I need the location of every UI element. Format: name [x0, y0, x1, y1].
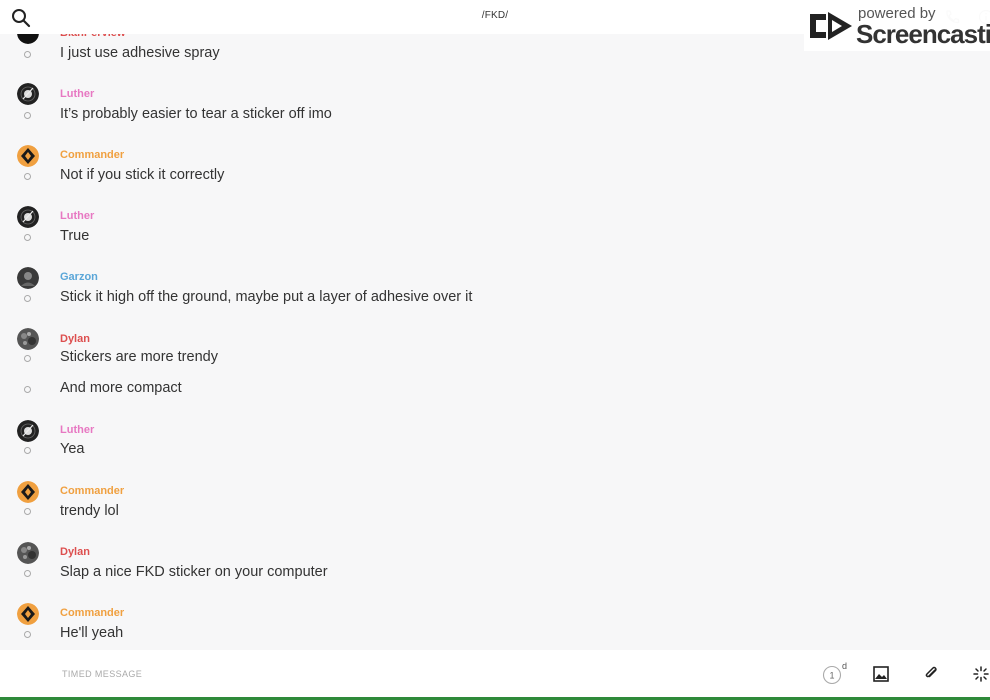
message-text: Yea — [60, 441, 85, 457]
message-status-dot — [24, 447, 31, 454]
diamond-avatar — [17, 481, 39, 503]
message-text: I just use adhesive spray — [60, 45, 220, 61]
screencastify-logo-icon — [810, 12, 852, 40]
diamond-avatar — [17, 145, 39, 167]
screencastify-watermark: powered by Screencastify — [804, 0, 990, 51]
message-text: And more compact — [60, 380, 182, 396]
texture-avatar — [17, 542, 39, 564]
message-status-dot — [24, 386, 31, 393]
texture-avatar — [17, 328, 39, 350]
message-sender: Commander — [60, 607, 125, 619]
message-input[interactable] — [60, 662, 764, 686]
message-text: True — [60, 228, 90, 244]
message-sender: Dylan — [60, 546, 90, 558]
message-text: trendy lol — [60, 503, 119, 519]
message-sender: Luther — [60, 88, 95, 100]
message-text: He'll yeah — [60, 625, 124, 641]
message-status-dot — [24, 570, 31, 577]
message-sender: Garzon — [60, 271, 98, 283]
vinyl-avatar — [17, 420, 39, 442]
message-sender: Dylan — [60, 333, 90, 345]
timer-unit: d — [842, 662, 847, 671]
timer-button[interactable]: 1 d — [822, 661, 848, 686]
partial-avatar — [17, 34, 39, 44]
vinyl-avatar — [17, 83, 39, 105]
message-status-dot — [24, 173, 31, 180]
message-status-dot — [24, 355, 31, 362]
timer-value: 1 — [829, 671, 834, 681]
message-sender: Blahr erview — [60, 34, 125, 39]
diamond-avatar — [17, 603, 39, 625]
message-status-dot — [24, 631, 31, 638]
dark-avatar — [17, 267, 39, 289]
message-sender: Luther — [60, 210, 95, 222]
message-list: Blahr erview I just use adhesive spray L… — [0, 34, 990, 650]
sparkle-icon[interactable] — [972, 665, 990, 683]
message-text: It’s probably easier to tear a sticker o… — [60, 106, 332, 122]
image-icon[interactable] — [872, 665, 890, 683]
message-status-dot — [24, 51, 31, 58]
watermark-brand: Screencastify — [856, 19, 990, 49]
message-text: Stick it high off the ground, maybe put … — [60, 289, 473, 305]
paperclip-icon[interactable] — [922, 664, 940, 682]
message-status-dot — [24, 112, 31, 119]
composer-bar: 1 d — [0, 650, 990, 697]
message-text: Not if you stick it correctly — [60, 167, 225, 183]
message-text: Stickers are more trendy — [60, 349, 218, 365]
message-sender: Luther — [60, 424, 95, 436]
message-status-dot — [24, 508, 31, 515]
vinyl-avatar — [17, 206, 39, 228]
message-status-dot — [24, 234, 31, 241]
message-status-dot — [24, 295, 31, 302]
message-sender: Commander — [60, 149, 125, 161]
message-sender: Commander — [60, 485, 125, 497]
message-text: Slap a nice FKD sticker on your computer — [60, 564, 328, 580]
